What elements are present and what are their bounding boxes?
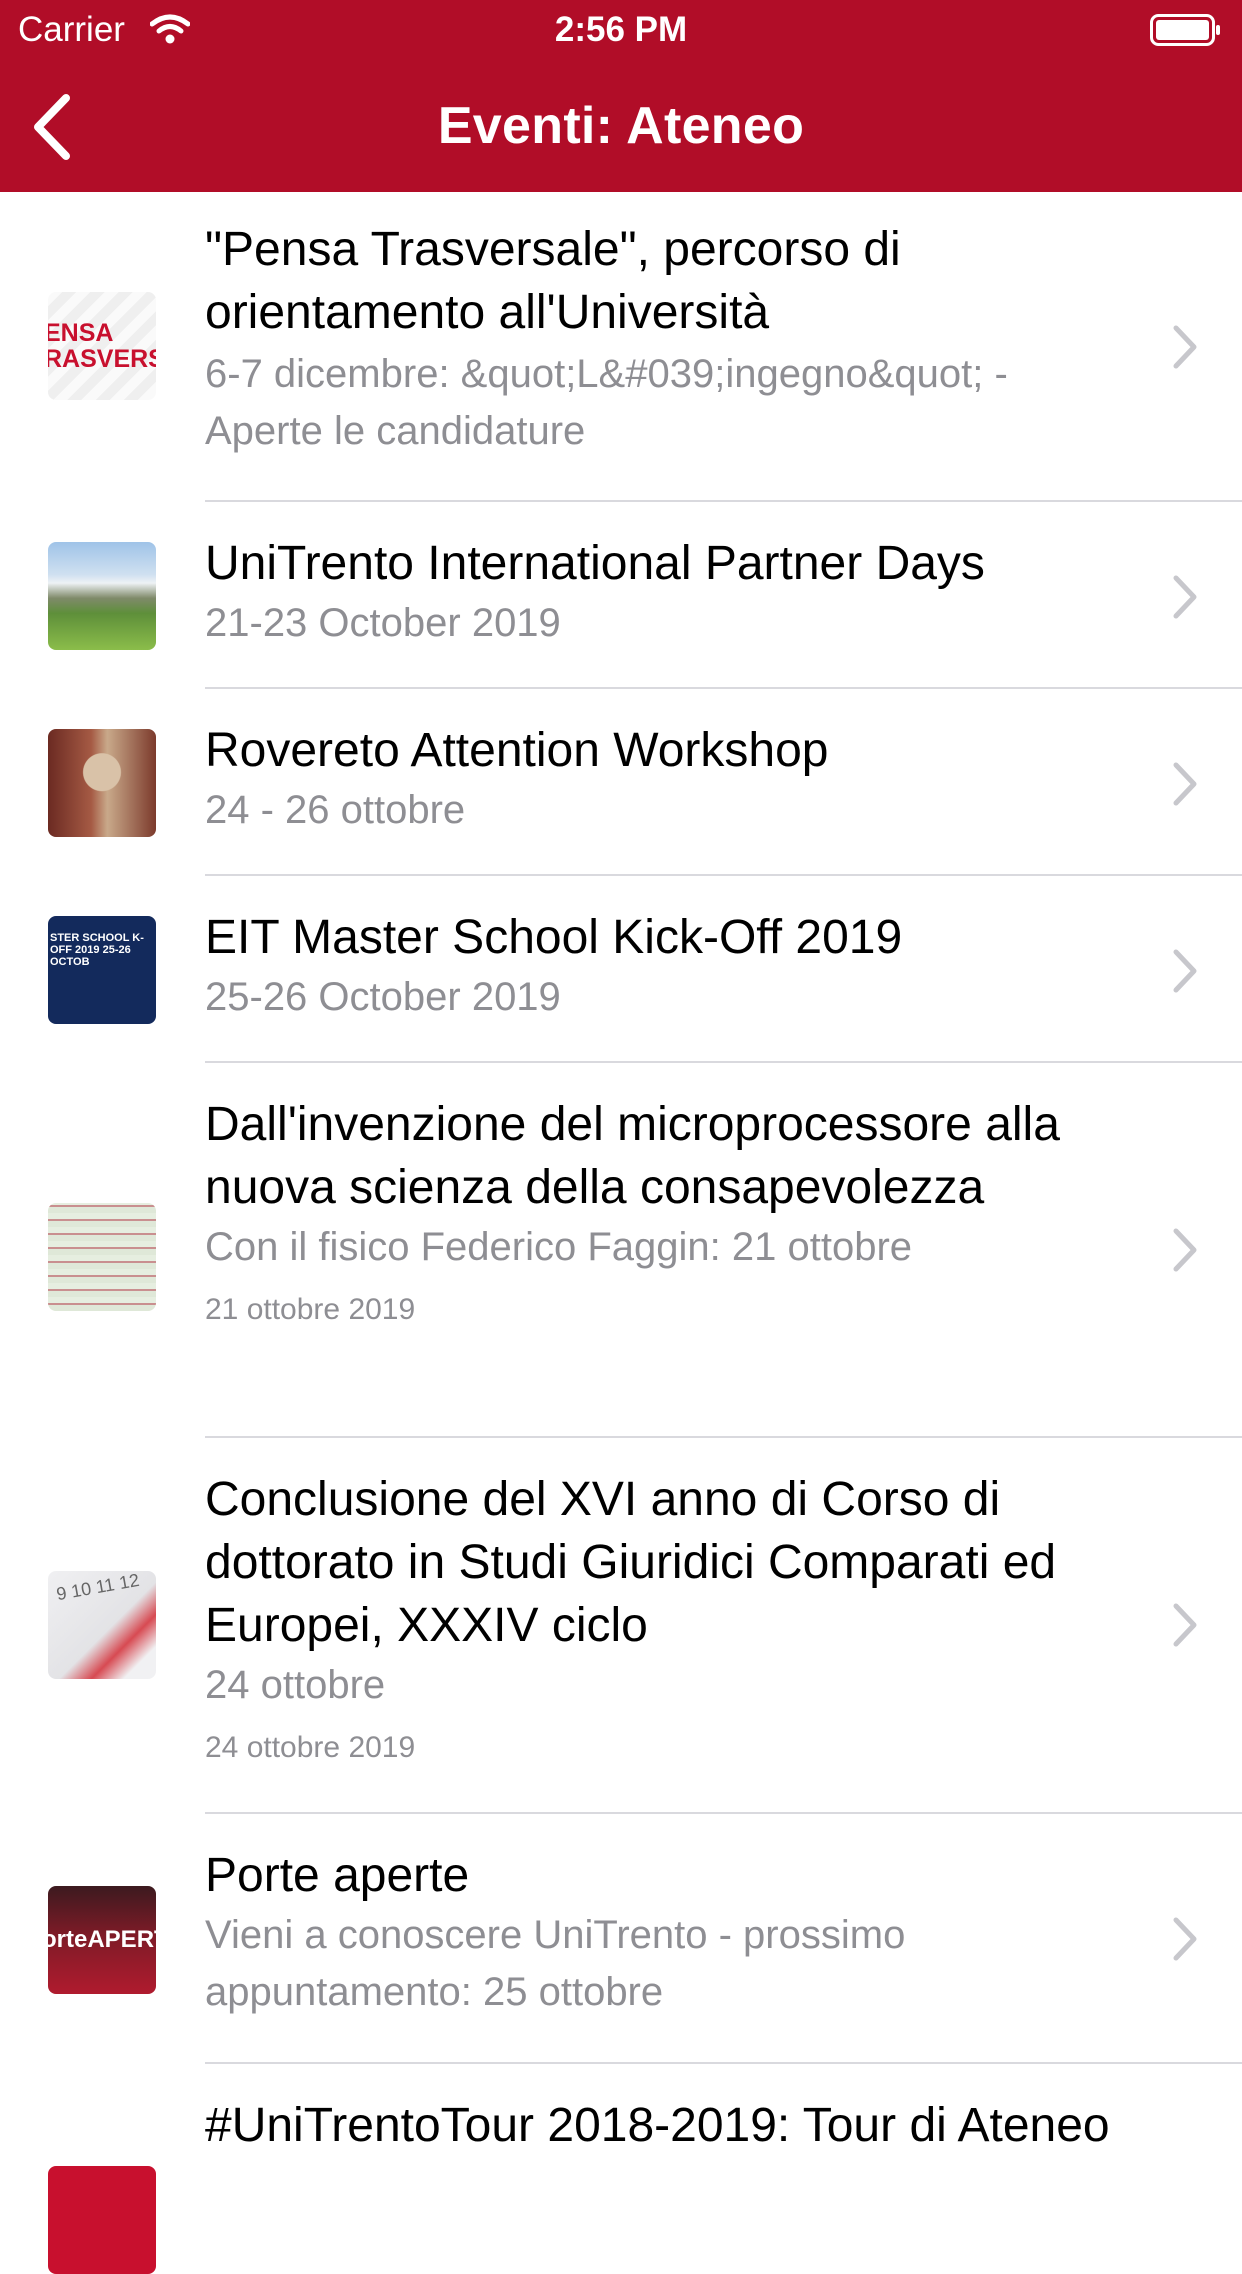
event-thumbnail [48, 542, 156, 650]
event-thumbnail [48, 729, 156, 837]
event-thumbnail: 9 10 11 12 [48, 1571, 156, 1679]
event-date: 24 ottobre 2019 [205, 1731, 416, 1764]
header: Carrier 2:56 PM Eventi: Ateneo [0, 0, 1242, 192]
event-text: #UniTrentoTour 2018-2019: Tour di Ateneo [205, 2094, 1125, 2157]
event-title: Rovereto Attention Workshop [205, 724, 829, 777]
navigation-bar: Eventi: Ateneo [0, 62, 1242, 192]
event-text: EIT Master School Kick-Off 2019 25-26 Oc… [205, 906, 1125, 1026]
chevron-right-icon [1173, 762, 1197, 806]
chevron-right-icon [1173, 1603, 1197, 1647]
chevron-right-icon [1173, 325, 1197, 369]
event-title: EIT Master School Kick-Off 2019 [205, 911, 903, 964]
event-text: Rovereto Attention Workshop 24 - 26 otto… [205, 719, 1125, 839]
event-subtitle: 21-23 October 2019 [205, 601, 561, 645]
event-subtitle: Con il fisico Federico Faggin: 21 ottobr… [205, 1225, 913, 1269]
event-date: 21 ottobre 2019 [205, 1293, 416, 1326]
event-title: UniTrento International Partner Days [205, 537, 985, 590]
event-title: Conclusione del XVI anno di Corso di dot… [205, 1473, 1057, 1652]
event-thumbnail [48, 2166, 156, 2274]
event-subtitle: 6-7 dicembre: &quot;L&#039;ingegno&quot;… [205, 352, 1008, 453]
event-subtitle: Vieni a conoscere UniTrento - prossimo a… [205, 1913, 906, 2014]
event-thumbnail: ENSA RASVERSAL [48, 292, 156, 400]
status-bar: Carrier 2:56 PM [0, 0, 1242, 62]
battery-icon [1150, 14, 1220, 46]
event-text: Dall'invenzione del microprocessore alla… [205, 1093, 1125, 1330]
chevron-right-icon [1173, 1228, 1197, 1272]
event-thumbnail: orteAPERT [48, 1886, 156, 1994]
event-thumbnail [48, 1203, 156, 1311]
event-row[interactable]: ENSA RASVERSAL "Pensa Trasversale", perc… [0, 192, 1242, 502]
event-thumbnail: STER SCHOOL K-OFF 2019 25-26 OCTOB [48, 916, 156, 1024]
event-title: "Pensa Trasversale", percorso di orienta… [205, 223, 901, 339]
event-subtitle: 25-26 October 2019 [205, 975, 561, 1019]
page-title: Eventi: Ateneo [437, 97, 805, 155]
thumbnail-text: 9 10 11 12 [54, 1571, 141, 1605]
event-subtitle: 24 ottobre [205, 1663, 386, 1707]
event-row[interactable]: UniTrento International Partner Days 21-… [0, 502, 1242, 689]
thumbnail-text: STER SCHOOL K-OFF 2019 25-26 OCTOB [50, 932, 144, 968]
events-list: ENSA RASVERSAL "Pensa Trasversale", perc… [0, 192, 1242, 2274]
chevron-right-icon [1173, 575, 1197, 619]
chevron-right-icon [1173, 949, 1197, 993]
chevron-right-icon [1173, 1917, 1197, 1961]
event-subtitle: 24 - 26 ottobre [205, 788, 466, 832]
thumbnail-text: orteAPERT [48, 1926, 156, 1953]
event-row[interactable]: Dall'invenzione del microprocessore alla… [0, 1063, 1242, 1438]
event-text: "Pensa Trasversale", percorso di orienta… [205, 218, 1125, 460]
event-text: Porte aperte Vieni a conoscere UniTrento… [205, 1844, 1125, 2021]
event-row[interactable]: STER SCHOOL K-OFF 2019 25-26 OCTOB EIT M… [0, 876, 1242, 1063]
event-text: Conclusione del XVI anno di Corso di dot… [205, 1468, 1125, 1768]
event-row[interactable]: 9 10 11 12 Conclusione del XVI anno di C… [0, 1438, 1242, 1814]
event-title: Porte aperte [205, 1849, 470, 1902]
event-title: #UniTrentoTour 2018-2019: Tour di Ateneo [205, 2099, 1110, 2152]
event-row[interactable]: orteAPERT Porte aperte Vieni a conoscere… [0, 1814, 1242, 2064]
event-title: Dall'invenzione del microprocessore alla… [205, 1098, 1060, 1214]
event-text: UniTrento International Partner Days 21-… [205, 532, 1125, 652]
event-row[interactable]: Rovereto Attention Workshop 24 - 26 otto… [0, 689, 1242, 876]
status-time: 2:56 PM [554, 10, 688, 49]
event-row[interactable]: #UniTrentoTour 2018-2019: Tour di Ateneo [0, 2064, 1242, 2274]
thumbnail-text: ENSA RASVERSAL [48, 319, 156, 373]
